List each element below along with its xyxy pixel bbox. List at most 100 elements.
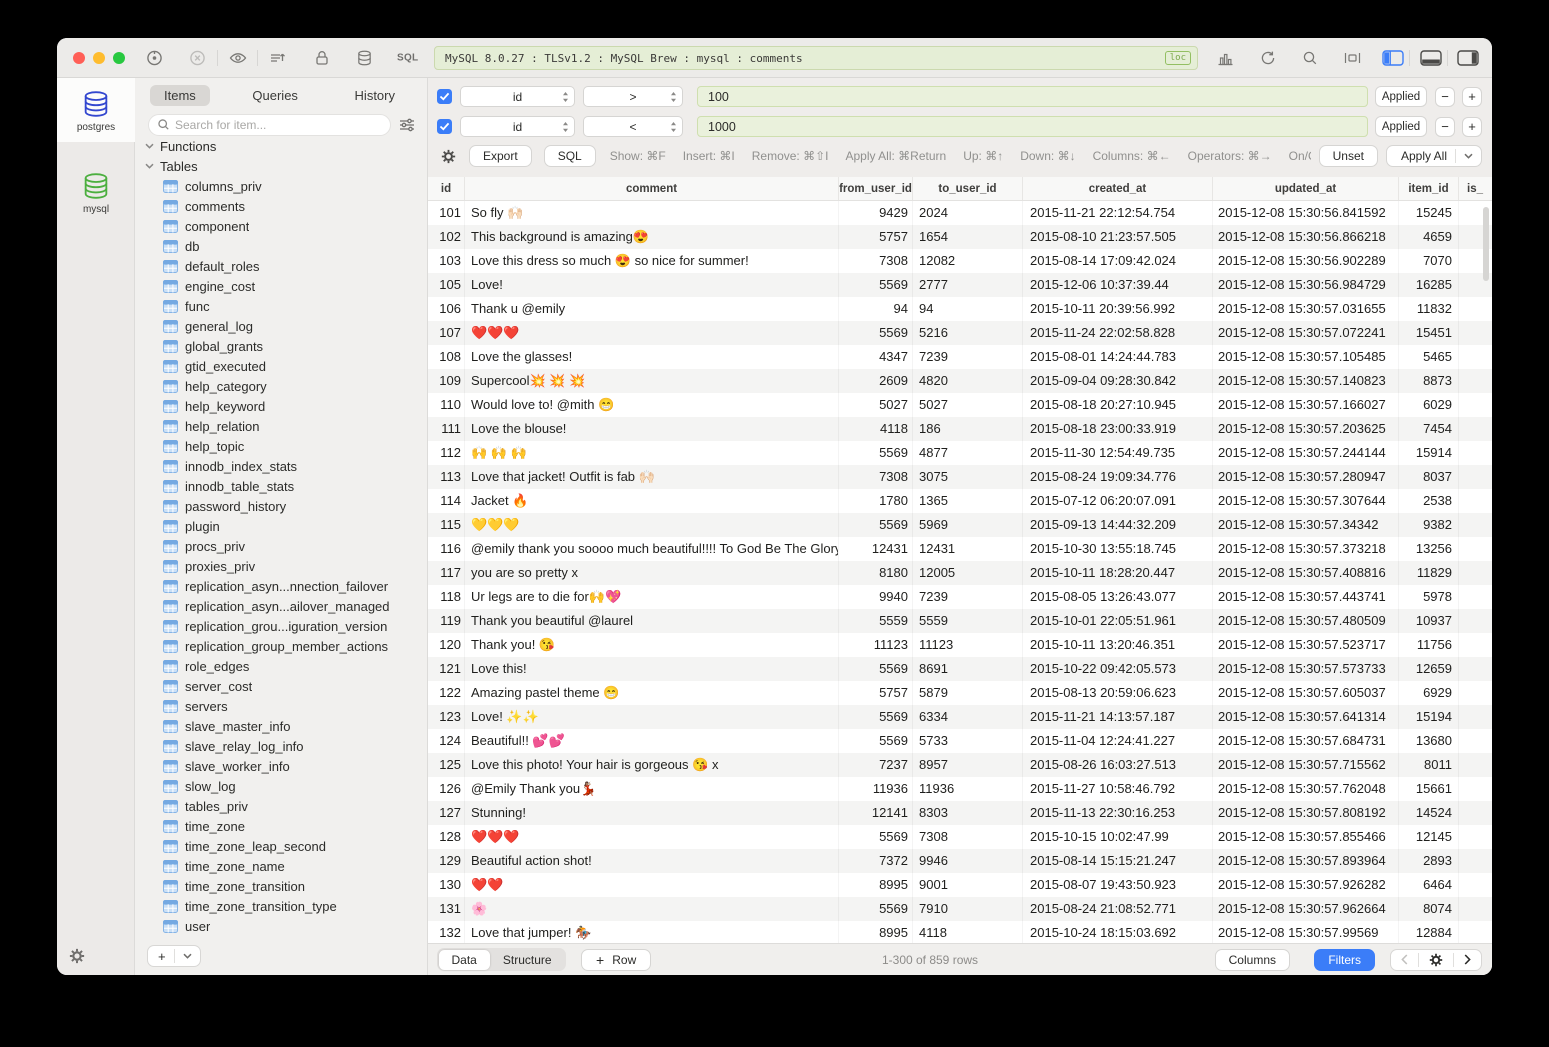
cell-created_at[interactable]: 2015-10-11 20:39:56.992 (1022, 297, 1212, 321)
cell-created_at[interactable]: 2015-08-10 21:23:57.505 (1022, 225, 1212, 249)
cell-id[interactable]: 108 (428, 345, 464, 369)
cell-updated_at[interactable]: 2015-12-08 15:30:57.031655 (1212, 297, 1398, 321)
sidebar-item-table-time_zone_leap_second[interactable]: time_zone_leap_second (135, 836, 427, 856)
column-header-created_at[interactable]: created_at (1022, 177, 1212, 200)
cell-comment[interactable]: Love this photo! Your hair is gorgeous 😘… (464, 753, 838, 777)
cell-updated_at[interactable]: 2015-12-08 15:30:57.280947 (1212, 465, 1398, 489)
cell-from_user_id[interactable]: 5569 (838, 441, 912, 465)
settings-gear-icon[interactable] (69, 948, 85, 964)
cell-item_id[interactable]: 7070 (1398, 249, 1458, 273)
vertical-scrollbar[interactable] (1483, 207, 1489, 281)
table-row[interactable]: 106Thank u @emily94942015-10-11 20:39:56… (428, 297, 1492, 321)
cell-comment[interactable]: 🙌 🙌 🙌 (464, 441, 838, 465)
cell-updated_at[interactable]: 2015-12-08 15:30:56.841592 (1212, 201, 1398, 225)
cell-comment[interactable]: Ur legs are to die for🙌💖 (464, 585, 838, 609)
cell-created_at[interactable]: 2015-08-14 15:15:21.247 (1022, 849, 1212, 873)
table-row[interactable]: 114Jacket 🔥178013652015-07-12 06:20:07.0… (428, 489, 1492, 513)
cell-to_user_id[interactable]: 9946 (912, 849, 1022, 873)
database-icon[interactable] (356, 49, 373, 66)
sidebar-item-table-time_zone[interactable]: time_zone (135, 816, 427, 836)
cell-comment[interactable]: 💛💛💛 (464, 513, 838, 537)
column-header-is_[interactable]: is_ (1458, 177, 1492, 200)
cell-from_user_id[interactable]: 9429 (838, 201, 912, 225)
cell-is_[interactable] (1458, 705, 1492, 729)
toggle-right-panel-icon[interactable] (1457, 49, 1479, 66)
cell-is_[interactable] (1458, 417, 1492, 441)
cell-id[interactable]: 110 (428, 393, 464, 417)
cell-id[interactable]: 130 (428, 873, 464, 897)
table-row[interactable]: 112🙌 🙌 🙌556948772015-11-30 12:54:49.7352… (428, 441, 1492, 465)
cell-item_id[interactable]: 2893 (1398, 849, 1458, 873)
sidebar-item-table-innodb_table_stats[interactable]: innodb_table_stats (135, 476, 427, 496)
cell-is_[interactable] (1458, 849, 1492, 873)
filter-operator-select[interactable]: > (583, 86, 683, 107)
cell-comment[interactable]: ❤️❤️ (464, 873, 838, 897)
cell-updated_at[interactable]: 2015-12-08 15:30:57.105485 (1212, 345, 1398, 369)
cell-from_user_id[interactable]: 12431 (838, 537, 912, 561)
table-row[interactable]: 101So fly 🙌🏻942920242015-11-21 22:12:54.… (428, 201, 1492, 225)
table-row[interactable]: 108Love the glasses!434772392015-08-01 1… (428, 345, 1492, 369)
cell-to_user_id[interactable]: 3075 (912, 465, 1022, 489)
sidebar-item-table-component[interactable]: component (135, 216, 427, 236)
filter-enabled-checkbox[interactable] (437, 89, 452, 104)
cell-comment[interactable]: @emily thank you soooo much beautiful!!!… (464, 537, 838, 561)
cell-updated_at[interactable]: 2015-12-08 15:30:57.244144 (1212, 441, 1398, 465)
cell-from_user_id[interactable]: 4347 (838, 345, 912, 369)
column-header-item_id[interactable]: item_id (1398, 177, 1458, 200)
cell-id[interactable]: 117 (428, 561, 464, 585)
column-header-comment[interactable]: comment (464, 177, 838, 200)
filter-value-input[interactable] (697, 86, 1368, 107)
cell-comment[interactable]: Love! ✨✨ (464, 705, 838, 729)
cell-from_user_id[interactable]: 5569 (838, 705, 912, 729)
cell-is_[interactable] (1458, 585, 1492, 609)
cell-item_id[interactable]: 14524 (1398, 801, 1458, 825)
cell-item_id[interactable]: 15245 (1398, 201, 1458, 225)
cell-comment[interactable]: Beautiful action shot! (464, 849, 838, 873)
cell-comment[interactable]: Love the blouse! (464, 417, 838, 441)
cell-to_user_id[interactable]: 12082 (912, 249, 1022, 273)
cell-to_user_id[interactable]: 7239 (912, 585, 1022, 609)
cell-id[interactable]: 119 (428, 609, 464, 633)
sidebar-item-table-password_history[interactable]: password_history (135, 496, 427, 516)
cell-to_user_id[interactable]: 5216 (912, 321, 1022, 345)
search-icon[interactable] (1302, 50, 1318, 66)
connect-icon[interactable] (146, 49, 163, 66)
cell-created_at[interactable]: 2015-10-15 10:02:47.99 (1022, 825, 1212, 849)
cell-item_id[interactable]: 6929 (1398, 681, 1458, 705)
cell-updated_at[interactable]: 2015-12-08 15:30:57.140823 (1212, 369, 1398, 393)
table-row[interactable]: 118Ur legs are to die for🙌💖994072392015-… (428, 585, 1492, 609)
cell-from_user_id[interactable]: 9940 (838, 585, 912, 609)
cell-to_user_id[interactable]: 6334 (912, 705, 1022, 729)
cell-id[interactable]: 118 (428, 585, 464, 609)
cell-from_user_id[interactable]: 7237 (838, 753, 912, 777)
sidebar-item-table-help_relation[interactable]: help_relation (135, 416, 427, 436)
table-row[interactable]: 103Love this dress so much 😍 so nice for… (428, 249, 1492, 273)
cell-comment[interactable]: Beautiful!! 💕💕 (464, 729, 838, 753)
cell-from_user_id[interactable]: 4118 (838, 417, 912, 441)
cell-from_user_id[interactable]: 8995 (838, 921, 912, 943)
cell-updated_at[interactable]: 2015-12-08 15:30:56.984729 (1212, 273, 1398, 297)
cell-created_at[interactable]: 2015-11-30 12:54:49.735 (1022, 441, 1212, 465)
cell-is_[interactable] (1458, 873, 1492, 897)
cell-from_user_id[interactable]: 7308 (838, 249, 912, 273)
cell-item_id[interactable]: 7454 (1398, 417, 1458, 441)
cell-created_at[interactable]: 2015-07-12 06:20:07.091 (1022, 489, 1212, 513)
cell-created_at[interactable]: 2015-10-24 18:15:03.692 (1022, 921, 1212, 943)
cell-item_id[interactable]: 11829 (1398, 561, 1458, 585)
cell-is_[interactable] (1458, 441, 1492, 465)
cell-updated_at[interactable]: 2015-12-08 15:30:57.762048 (1212, 777, 1398, 801)
sidebar-item-table-slave_relay_log_info[interactable]: slave_relay_log_info (135, 736, 427, 756)
table-row[interactable]: 124Beautiful!! 💕💕556957332015-11-04 12:2… (428, 729, 1492, 753)
cell-created_at[interactable]: 2015-08-13 20:59:06.623 (1022, 681, 1212, 705)
cell-is_[interactable] (1458, 369, 1492, 393)
cell-is_[interactable] (1458, 465, 1492, 489)
cell-updated_at[interactable]: 2015-12-08 15:30:57.573733 (1212, 657, 1398, 681)
refresh-icon[interactable] (1260, 50, 1276, 66)
cell-is_[interactable] (1458, 777, 1492, 801)
cell-updated_at[interactable]: 2015-12-08 15:30:57.808192 (1212, 801, 1398, 825)
add-row-button[interactable]: + Row (581, 949, 651, 971)
filter-field-select[interactable]: id (460, 86, 575, 107)
table-row[interactable]: 120Thank you! 😘11123111232015-10-11 13:2… (428, 633, 1492, 657)
cell-from_user_id[interactable]: 7372 (838, 849, 912, 873)
cell-id[interactable]: 109 (428, 369, 464, 393)
